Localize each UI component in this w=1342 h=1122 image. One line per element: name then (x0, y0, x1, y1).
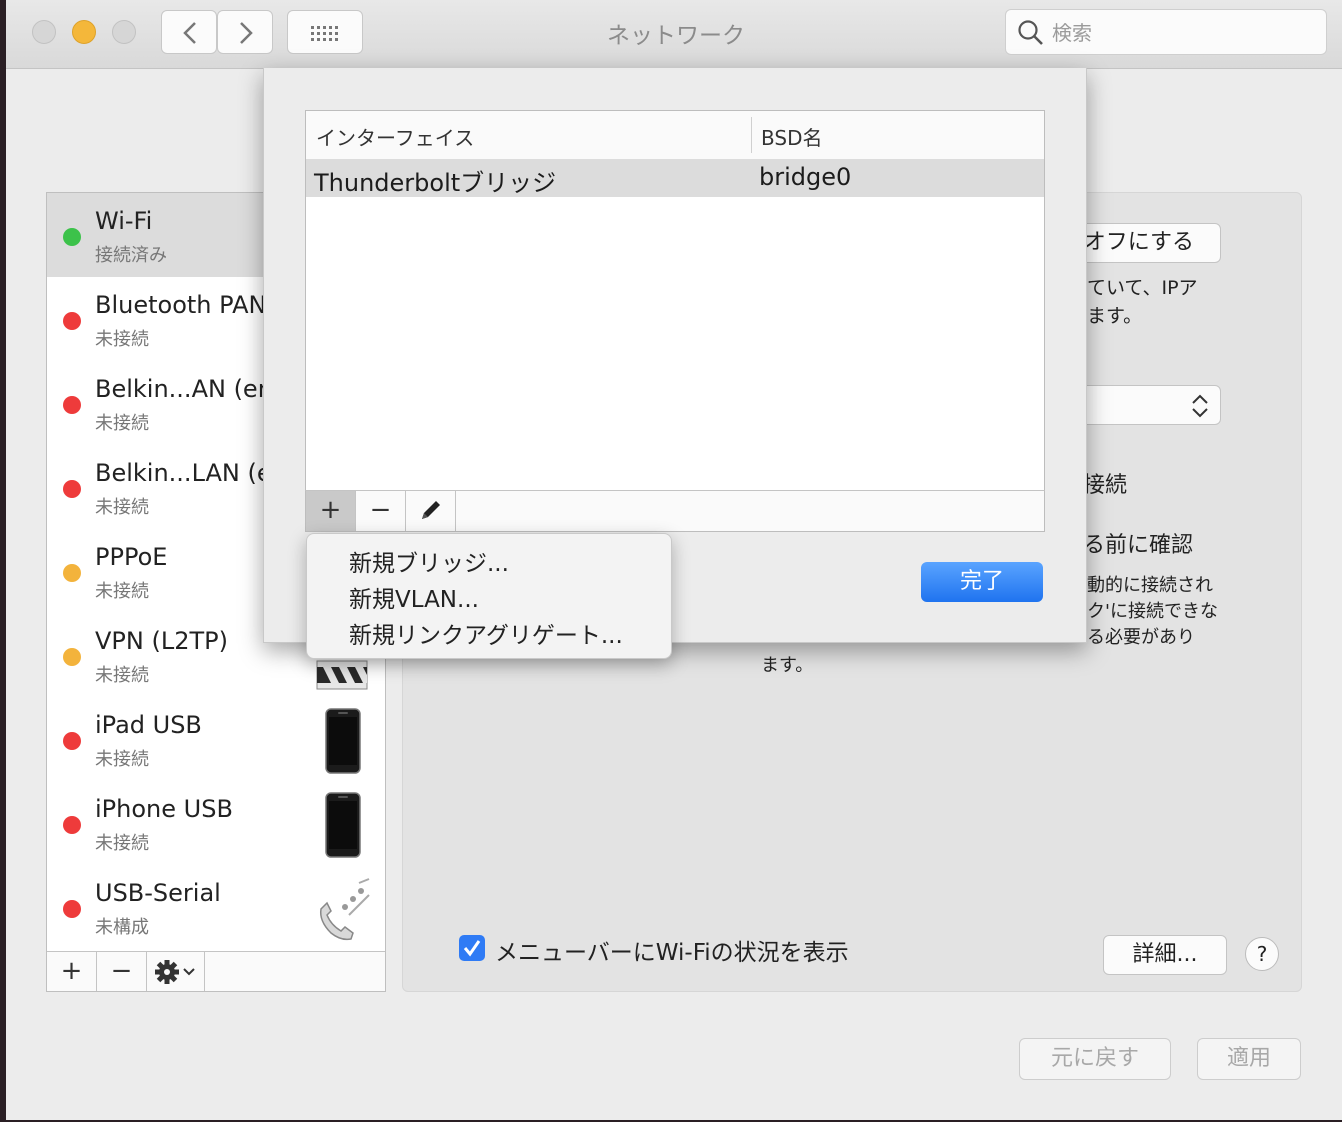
service-item-ipad-usb[interactable]: iPad USB 未接続 (47, 697, 385, 781)
checkmark-icon (463, 940, 481, 957)
auto-join-label: 接続 (1083, 473, 1128, 498)
phone-modem-icon (319, 878, 370, 941)
zoom-window-button[interactable] (112, 20, 136, 44)
service-name: VPN (L2TP) (95, 627, 228, 655)
chevron-right-icon (240, 22, 253, 44)
status-dot-red (63, 900, 81, 918)
window-title: ネットワーク (607, 23, 745, 49)
show-all-button[interactable] (287, 10, 363, 54)
service-name: iPhone USB (95, 795, 233, 823)
forward-button[interactable] (217, 10, 273, 54)
service-name: Wi-Fi (95, 207, 153, 235)
back-button[interactable] (161, 10, 217, 54)
add-interface-menu: 新規ブリッジ... 新規VLAN... 新規リンクアグリゲート... (306, 533, 672, 659)
minimize-window-button[interactable] (72, 20, 96, 44)
status-dot-green (63, 228, 81, 246)
ask-info-line-4: ます。 (761, 655, 814, 676)
help-button[interactable]: ? (1245, 937, 1279, 971)
service-status: 未接続 (95, 497, 149, 518)
title-bar: ネットワーク (6, 0, 1342, 69)
advanced-button[interactable]: 詳細... (1103, 935, 1227, 975)
service-status: 未接続 (95, 413, 149, 434)
ask-info-line-2: ク'に接続できな (1087, 601, 1218, 622)
service-list-toolbar: + − (47, 951, 385, 991)
service-name: PPPoE (95, 543, 168, 571)
service-item-usb-serial[interactable]: USB-Serial 未構成 (47, 865, 385, 949)
status-dot-red (63, 732, 81, 750)
action-menu-button[interactable] (147, 952, 205, 991)
remove-service-button[interactable]: − (97, 952, 147, 991)
show-wifi-status-checkbox[interactable] (459, 935, 485, 961)
status-dot-red (63, 396, 81, 414)
interface-cell: Thunderboltブリッジ (314, 169, 557, 197)
bsd-name-cell: bridge0 (759, 163, 852, 191)
interfaces-toolbar: + − (305, 490, 1045, 532)
apply-button[interactable]: 適用 (1197, 1038, 1301, 1080)
status-info-line-2: ます。 (1087, 305, 1143, 327)
chevron-down-icon (183, 968, 195, 976)
menu-item-new-link-aggregate[interactable]: 新規リンクアグリゲート... (349, 616, 623, 650)
updown-chevron-icon (1192, 394, 1208, 418)
interfaces-table: インターフェイス BSD名 Thunderboltブリッジ bridge0 (305, 110, 1045, 532)
search-field[interactable] (1005, 9, 1327, 55)
service-name: Belkin...AN (en (95, 375, 273, 403)
status-dot-red (63, 816, 81, 834)
ask-info-line-1: 動的に接続され (1087, 575, 1213, 596)
show-wifi-status-label: メニューバーにWi-Fiの状況を表示 (495, 940, 849, 966)
status-dot-red (63, 480, 81, 498)
service-status: 接続済み (95, 245, 167, 266)
network-preferences-window: ネットワーク Wi-Fi 接続済み Bluetooth PAN 未接続 Belk… (6, 0, 1342, 1120)
service-status: 未接続 (95, 665, 149, 686)
grid-icon (311, 26, 338, 41)
service-name: iPad USB (95, 711, 202, 739)
menu-item-new-bridge[interactable]: 新規ブリッジ... (349, 544, 509, 578)
pencil-icon (422, 501, 440, 519)
status-dot-yellow (63, 564, 81, 582)
ask-info-line-3: る必要があり (1087, 627, 1195, 648)
service-name: Bluetooth PAN (95, 291, 267, 319)
service-status: 未接続 (95, 749, 149, 770)
turn-off-wifi-label: オフにする (1083, 230, 1194, 255)
status-dot-yellow (63, 648, 81, 666)
status-info-line-1: ていて、IPア (1087, 277, 1198, 299)
service-status: 未構成 (95, 917, 149, 938)
service-item-iphone-usb[interactable]: iPhone USB 未接続 (47, 781, 385, 865)
edit-interface-button[interactable] (406, 491, 456, 531)
remove-interface-button[interactable]: − (356, 491, 406, 531)
ask-to-join-label: る前に確認 (1083, 533, 1194, 558)
gear-icon (155, 960, 195, 984)
search-icon (1018, 20, 1043, 45)
service-status: 未接続 (95, 581, 149, 602)
search-input[interactable] (1050, 18, 1314, 48)
status-dot-red (63, 312, 81, 330)
chevron-left-icon (183, 22, 196, 44)
service-name: Belkin...LAN (e (95, 459, 272, 487)
done-button[interactable]: 完了 (921, 562, 1043, 602)
service-status: 未接続 (95, 833, 149, 854)
menu-item-new-vlan[interactable]: 新規VLAN... (349, 580, 479, 614)
column-header-interface[interactable]: インターフェイス (316, 122, 474, 151)
table-row[interactable]: Thunderboltブリッジ bridge0 (306, 159, 1044, 197)
ipad-icon (325, 708, 361, 774)
service-status: 未接続 (95, 329, 149, 350)
table-header: インターフェイス BSD名 (306, 111, 1044, 160)
add-interface-button[interactable]: + (306, 491, 356, 531)
add-service-button[interactable]: + (47, 952, 97, 991)
iphone-icon (325, 792, 361, 858)
column-header-bsd[interactable]: BSD名 (761, 122, 822, 151)
close-window-button[interactable] (32, 20, 56, 44)
service-name: USB-Serial (95, 879, 221, 907)
column-divider (751, 117, 752, 153)
revert-button[interactable]: 元に戻す (1019, 1038, 1171, 1080)
